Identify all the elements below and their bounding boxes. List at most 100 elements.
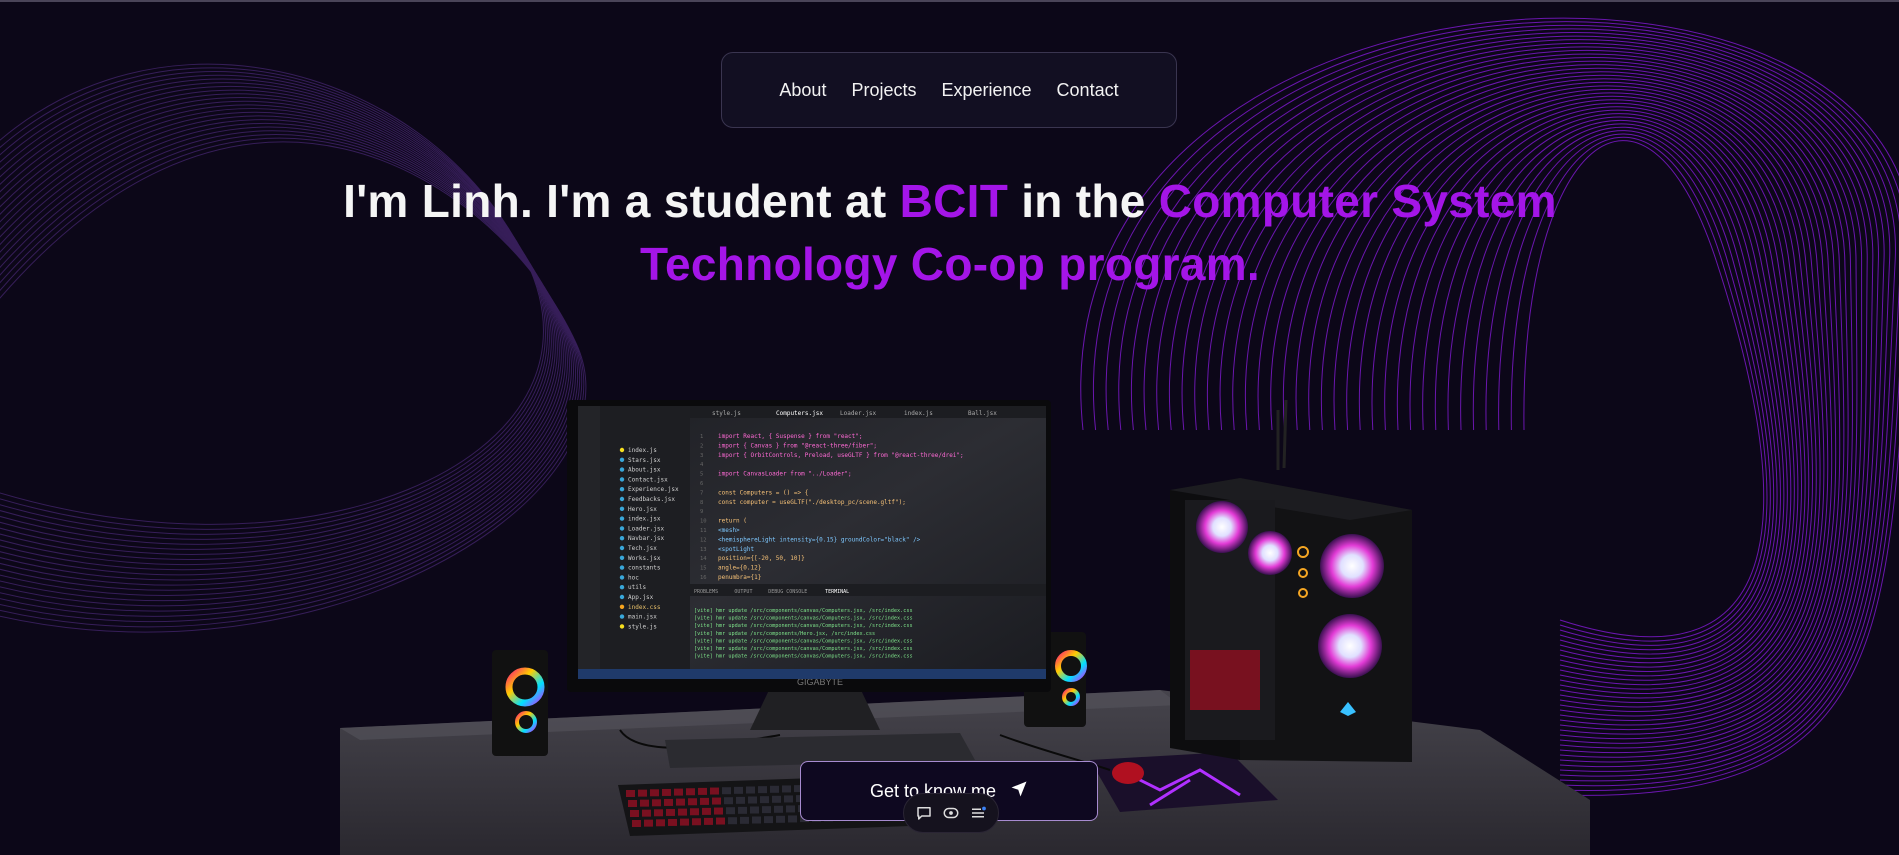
explorer-file: Loader.jsx bbox=[628, 525, 665, 532]
keyboard-key bbox=[638, 789, 647, 797]
nav-experience[interactable]: Experience bbox=[941, 80, 1031, 101]
explorer-file: Tech.jsx bbox=[628, 545, 657, 552]
file-icon bbox=[619, 565, 625, 570]
keyboard-key bbox=[762, 806, 771, 814]
keyboard-key bbox=[724, 797, 733, 805]
editor-tab: Ball.jsx bbox=[968, 410, 997, 417]
explorer-file: Navbar.jsx bbox=[628, 535, 665, 542]
keyboard-key bbox=[760, 796, 769, 804]
line-number: 1 bbox=[700, 434, 703, 440]
keyboard-key bbox=[698, 787, 707, 795]
keyboard-key bbox=[644, 819, 653, 827]
line-number: 11 bbox=[700, 528, 707, 534]
keyboard-key bbox=[712, 797, 721, 805]
terminal-line: [vite] hmr update /src/components/Hero.j… bbox=[694, 631, 875, 637]
keyboard-key bbox=[628, 800, 637, 807]
top-nav: About Projects Experience Contact bbox=[721, 52, 1177, 128]
line-number: 5 bbox=[700, 472, 703, 478]
panel-tab: TERMINAL bbox=[825, 589, 849, 595]
editor-tab: Computers.jsx bbox=[776, 410, 823, 417]
explorer-file: Stars.jsx bbox=[628, 457, 661, 464]
keyboard-key bbox=[678, 808, 687, 816]
mouse bbox=[1112, 762, 1144, 784]
keyboard-key bbox=[770, 785, 779, 793]
keyboard-key bbox=[736, 796, 745, 804]
code-line: const Computers = () => { bbox=[718, 489, 808, 496]
explorer-file: index.jsx bbox=[628, 516, 661, 523]
keyboard-key bbox=[750, 806, 759, 814]
file-icon bbox=[619, 496, 625, 502]
line-number: 16 bbox=[700, 575, 707, 581]
code-line: return ( bbox=[718, 518, 747, 525]
keyboard-key bbox=[722, 787, 731, 795]
keyboard-key bbox=[664, 798, 673, 806]
editor-tab: Loader.jsx bbox=[840, 410, 877, 417]
menu-icon[interactable] bbox=[969, 804, 987, 822]
nav-contact[interactable]: Contact bbox=[1057, 80, 1119, 101]
code-line: <mesh> bbox=[718, 527, 740, 534]
terminal-line: [vite] hmr update /src/components/canvas… bbox=[694, 608, 913, 614]
keyboard-key bbox=[748, 796, 757, 804]
file-icon bbox=[619, 536, 625, 541]
file-icon bbox=[619, 575, 625, 580]
line-number: 15 bbox=[700, 566, 707, 572]
keyboard-key bbox=[738, 806, 747, 814]
keyboard-key bbox=[710, 787, 719, 795]
keyboard-key bbox=[630, 810, 639, 817]
file-icon bbox=[619, 614, 625, 619]
file-icon bbox=[619, 604, 625, 609]
keyboard-key bbox=[752, 816, 761, 824]
panel-tab: DEBUG CONSOLE bbox=[768, 589, 807, 595]
panel-tab: OUTPUT bbox=[734, 589, 752, 595]
hero-text-1: I'm Linh. I'm a student at bbox=[343, 175, 900, 227]
code-line: penumbra={1} bbox=[718, 574, 761, 581]
file-icon bbox=[619, 545, 625, 551]
terminal-line: [vite] hmr update /src/components/canvas… bbox=[694, 638, 913, 644]
panel-tab: PROBLEMS bbox=[694, 589, 718, 595]
hero-highlight-bcit: BCIT bbox=[899, 175, 1009, 227]
keyboard-key bbox=[626, 790, 635, 797]
line-number: 10 bbox=[700, 519, 707, 525]
keyboard-key bbox=[674, 788, 683, 796]
terminal-line: [vite] hmr update /src/components/canvas… bbox=[694, 616, 913, 622]
line-number: 9 bbox=[700, 509, 703, 515]
file-icon bbox=[619, 555, 625, 560]
eye-icon[interactable] bbox=[942, 804, 960, 822]
file-icon bbox=[619, 447, 625, 453]
editor-tab: style.js bbox=[712, 410, 741, 417]
keyboard-key bbox=[688, 798, 697, 806]
nav-projects[interactable]: Projects bbox=[851, 80, 916, 101]
keyboard-key bbox=[680, 818, 689, 826]
keyboard-key bbox=[666, 808, 675, 816]
explorer-file: index.css bbox=[628, 604, 661, 611]
keyboard-key bbox=[700, 797, 709, 805]
explorer-file: Hero.jsx bbox=[628, 506, 657, 513]
line-number: 8 bbox=[700, 500, 703, 506]
nav-about[interactable]: About bbox=[779, 80, 826, 101]
keyboard-key bbox=[652, 799, 661, 807]
keyboard-key bbox=[676, 798, 685, 806]
line-number: 13 bbox=[700, 547, 707, 553]
line-number: 3 bbox=[700, 453, 703, 459]
keyboard-key bbox=[690, 808, 699, 816]
terminal-line: [vite] hmr update /src/components/canvas… bbox=[694, 646, 913, 652]
terminal-line: [vite] hmr update /src/components/canvas… bbox=[694, 623, 913, 629]
keyboard-key bbox=[734, 786, 743, 794]
file-icon bbox=[619, 526, 625, 531]
file-icon bbox=[619, 506, 625, 511]
comment-icon[interactable] bbox=[915, 804, 933, 822]
keyboard-key bbox=[692, 818, 701, 826]
explorer-file: style.js bbox=[628, 623, 657, 630]
keyboard-key bbox=[642, 809, 651, 817]
keyboard-key bbox=[746, 786, 755, 794]
code-line: import { Canvas } from "@react-three/fib… bbox=[718, 442, 877, 449]
keyboard-key bbox=[772, 795, 781, 803]
line-number: 6 bbox=[700, 481, 703, 487]
keyboard-key bbox=[726, 807, 735, 815]
keyboard-key bbox=[702, 807, 711, 815]
keyboard-key bbox=[686, 788, 695, 796]
file-icon bbox=[619, 516, 625, 521]
floating-toolbar bbox=[903, 793, 999, 833]
keyboard-key bbox=[656, 819, 665, 827]
file-icon bbox=[619, 585, 625, 590]
